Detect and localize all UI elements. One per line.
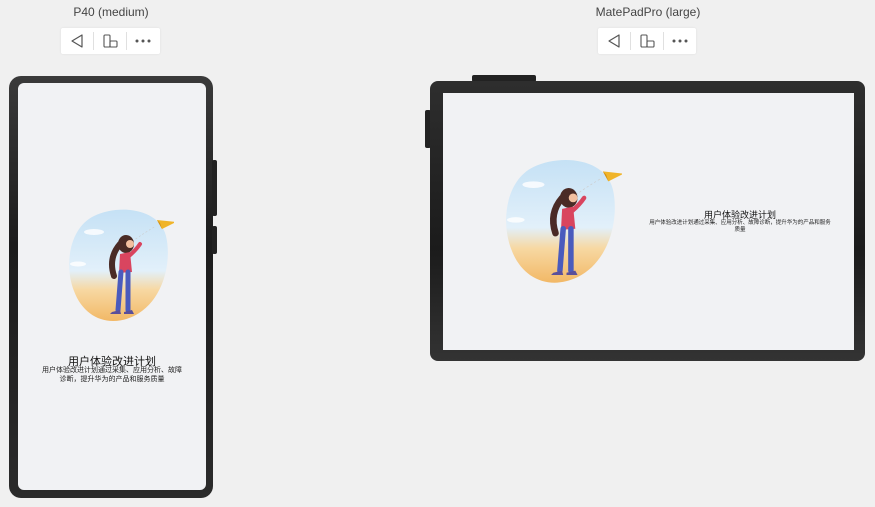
more-button[interactable] — [127, 28, 159, 54]
device-title-p40: P40 (medium) — [73, 5, 149, 19]
device-title-matepadpro: MatePadPro (large) — [595, 5, 701, 19]
rotate-button[interactable] — [631, 28, 663, 54]
rotate-device-icon — [640, 34, 655, 48]
more-dots-icon — [672, 39, 688, 43]
back-triangle-icon — [71, 34, 83, 48]
device-toolbar-p40 — [61, 28, 160, 54]
rotate-button[interactable] — [94, 28, 126, 54]
phone-screen: 用户体验改进计划 用户体验改进计划通过采集、应用分析、故障诊断，提升华为的产品和… — [18, 83, 206, 490]
screen-body-text: 用户体验改进计划通过采集、应用分析、故障诊断，提升华为的产品和服务质量 — [42, 367, 182, 383]
back-button[interactable] — [598, 28, 630, 54]
illustration-image — [69, 209, 174, 322]
more-button[interactable] — [664, 28, 696, 54]
rotate-device-icon — [103, 34, 118, 48]
phone-side-button — [212, 160, 217, 216]
back-button[interactable] — [61, 28, 93, 54]
illustration-image — [506, 159, 622, 283]
back-triangle-icon — [608, 34, 620, 48]
screen-body-text: 用户体验改进计划通过采集、应用分析、故障诊断，提升华为的产品和服务质量 — [649, 220, 831, 233]
more-dots-icon — [135, 39, 151, 43]
phone-side-button — [212, 226, 217, 254]
device-toolbar-matepadpro — [598, 28, 696, 54]
tablet-screen: 用户体验改进计划 用户体验改进计划通过采集、应用分析、故障诊断，提升华为的产品和… — [443, 93, 854, 350]
